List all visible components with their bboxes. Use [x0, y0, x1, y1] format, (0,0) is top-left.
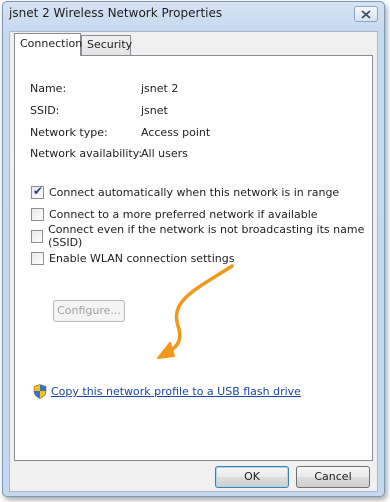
checkmark-icon: ✔: [33, 183, 44, 198]
copy-profile-usb-link[interactable]: Copy this network profile to a USB flash…: [33, 384, 301, 399]
window-title: jsnet 2 Wireless Network Properties: [9, 6, 223, 20]
connect-automatically-label[interactable]: Connect automatically when this network …: [49, 186, 339, 199]
network-type-label: Network type:: [30, 126, 108, 139]
connect-automatically-option[interactable]: ✔ Connect automatically when this networ…: [31, 183, 339, 199]
connect-preferred-option[interactable]: Connect to a more preferred network if a…: [31, 207, 318, 221]
ssid-label: SSID:: [30, 104, 60, 117]
enable-wlan-settings-checkbox[interactable]: [31, 251, 44, 265]
connection-tab-panel: Name: jsnet 2 SSID: jsnet Network type: …: [14, 55, 373, 461]
tab-connection[interactable]: Connection: [14, 33, 83, 56]
name-value: jsnet 2: [141, 82, 179, 95]
network-type-value: Access point: [141, 126, 211, 139]
enable-wlan-settings-option[interactable]: Enable WLAN connection settings: [31, 251, 234, 265]
shield-icon: [33, 384, 47, 399]
close-button[interactable]: [354, 6, 378, 22]
properties-window: jsnet 2 Wireless Network Properties Conn…: [2, 1, 385, 497]
title-bar[interactable]: jsnet 2 Wireless Network Properties: [3, 2, 384, 26]
connect-automatically-checkbox[interactable]: ✔: [31, 183, 44, 199]
close-icon: [361, 9, 371, 19]
connect-not-broadcasting-label[interactable]: Connect even if the network is not broad…: [48, 223, 372, 249]
enable-wlan-settings-label[interactable]: Enable WLAN connection settings: [49, 252, 234, 265]
network-availability-label: Network availability:: [30, 147, 143, 160]
name-label: Name:: [30, 82, 67, 95]
tab-security-label: Security: [87, 38, 133, 51]
tab-connection-label: Connection: [20, 37, 83, 50]
tab-security[interactable]: Security: [81, 35, 133, 55]
ok-button[interactable]: OK: [215, 466, 289, 488]
dialog-client-area: Connection Security Name: jsnet 2 SSID: …: [9, 31, 378, 492]
connect-preferred-label[interactable]: Connect to a more preferred network if a…: [49, 208, 318, 221]
copy-profile-usb-link-text[interactable]: Copy this network profile to a USB flash…: [51, 385, 301, 398]
network-availability-value: All users: [141, 147, 188, 160]
connect-not-broadcasting-checkbox[interactable]: [31, 229, 44, 243]
connect-preferred-checkbox[interactable]: [31, 207, 44, 221]
cancel-button[interactable]: Cancel: [296, 466, 370, 488]
configure-button[interactable]: Configure...: [53, 300, 125, 322]
connect-not-broadcasting-option[interactable]: Connect even if the network is not broad…: [31, 223, 372, 249]
ssid-value: jsnet: [141, 104, 168, 117]
